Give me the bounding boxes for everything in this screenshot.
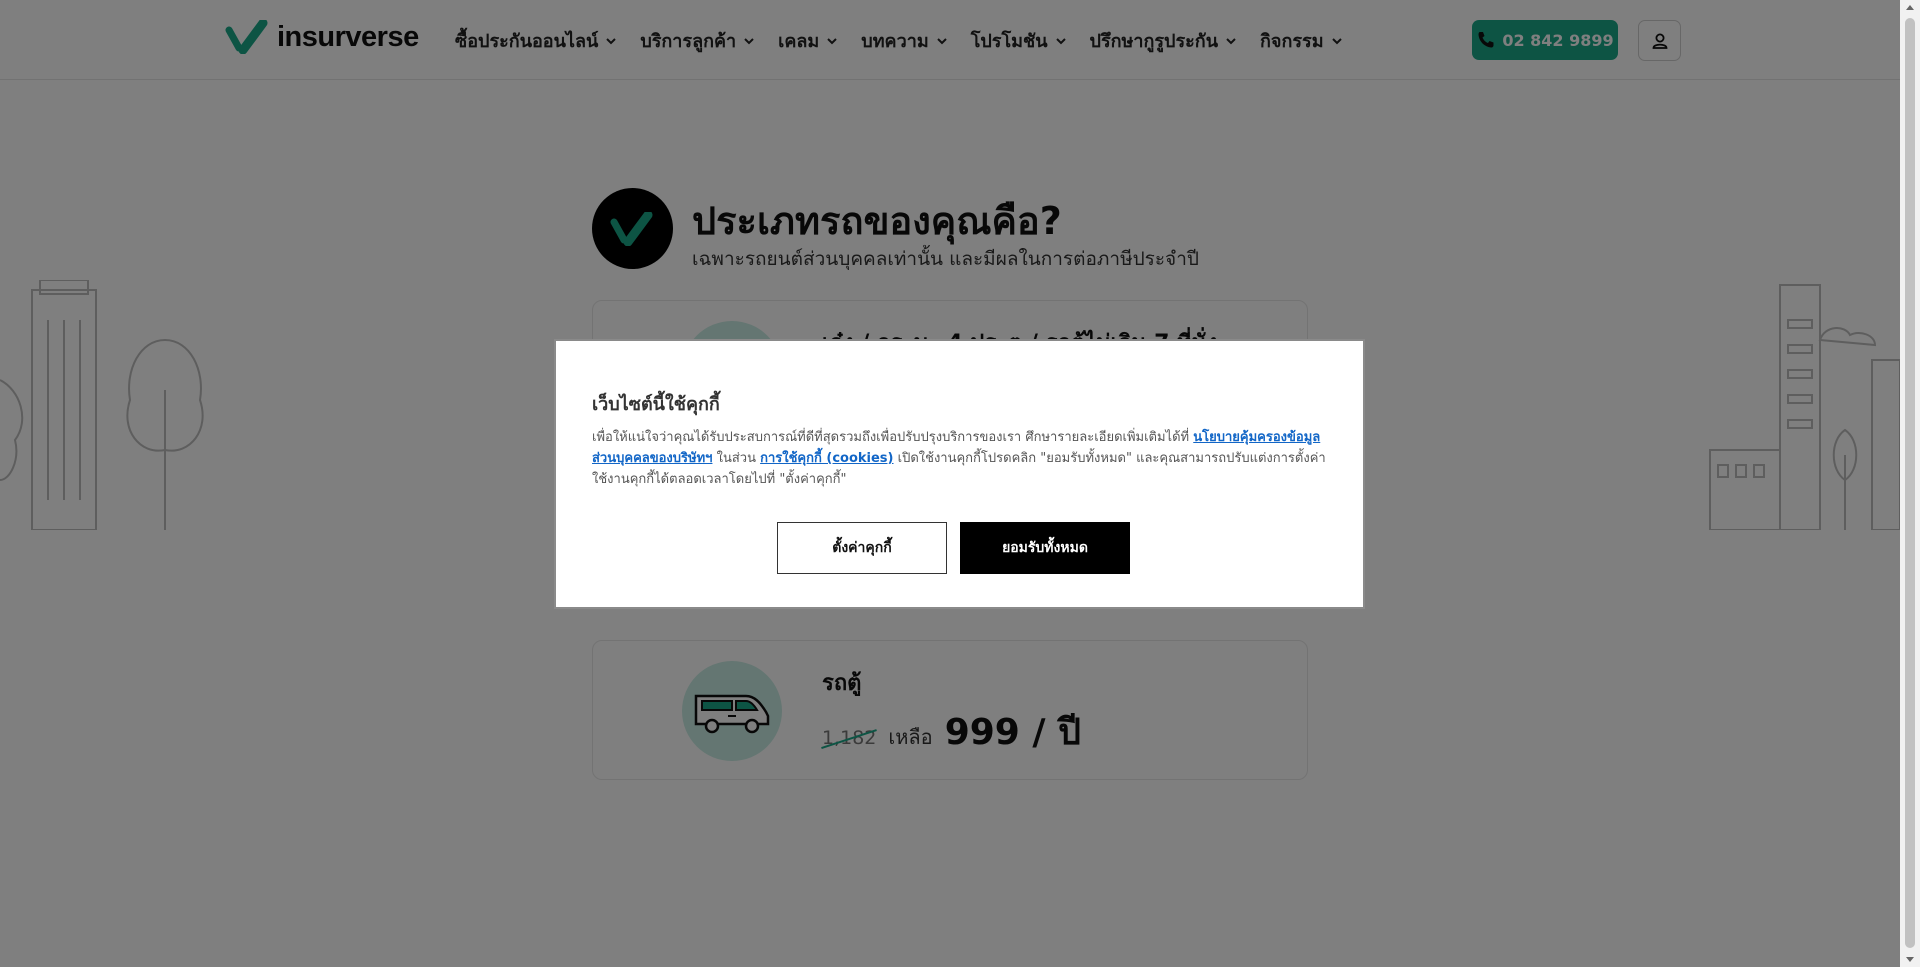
cookie-text-part-2: ในส่วน xyxy=(716,451,756,466)
cookie-dialog-title: เว็บไซต์นี้ใช้คุกกี้ xyxy=(592,394,720,415)
accept-all-cookies-button[interactable]: ยอมรับทั้งหมด xyxy=(960,522,1130,574)
scroll-up-arrow-icon[interactable] xyxy=(1905,3,1915,13)
cookie-dialog-text: เพื่อให้แน่ใจว่าคุณได้รับประสบการณ์ที่ดี… xyxy=(592,427,1332,490)
page-scrollbar[interactable] xyxy=(1900,0,1920,967)
cookie-consent-dialog: เว็บไซต์นี้ใช้คุกกี้ เพื่อให้แน่ใจว่าคุณ… xyxy=(554,339,1365,609)
scroll-down-arrow-icon[interactable] xyxy=(1905,954,1915,964)
scrollbar-thumb[interactable] xyxy=(1905,18,1915,948)
cookie-settings-button[interactable]: ตั้งค่าคุกกี้ xyxy=(777,522,947,574)
cookie-text-part-1: เพื่อให้แน่ใจว่าคุณได้รับประสบการณ์ที่ดี… xyxy=(592,430,1190,445)
cookie-usage-link[interactable]: การใช้คุกกี้ (cookies) xyxy=(760,451,893,466)
